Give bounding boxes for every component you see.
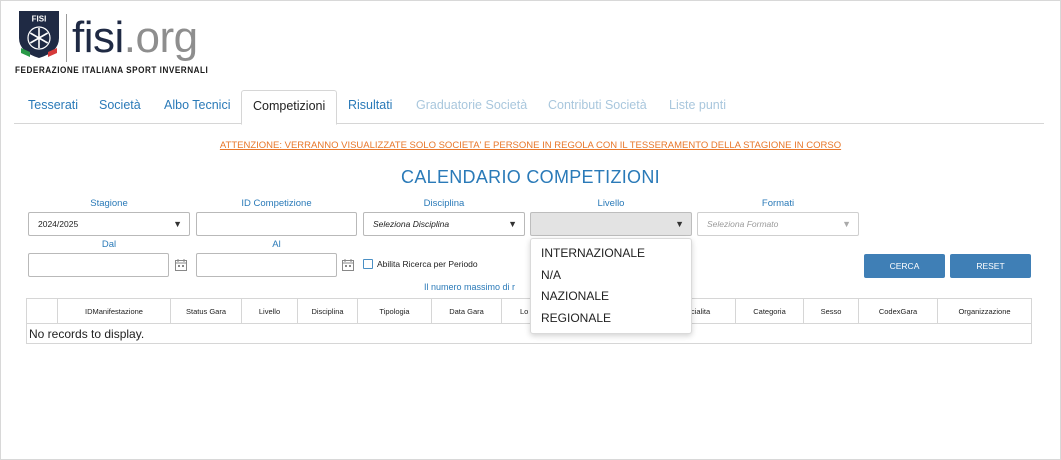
column-header-localita[interactable]: Lo <box>501 299 531 324</box>
tab-contributi-societa: Contributi Società <box>548 98 647 112</box>
logo-tld: org <box>135 13 199 62</box>
caret-down-icon: ▼ <box>508 219 517 229</box>
warning-banner[interactable]: ATTENZIONE: VERRANNO VISUALIZZATE SOLO S… <box>0 140 1061 151</box>
tab-albo-tecnici[interactable]: Albo Tecnici <box>164 90 230 124</box>
column-header-tipologia[interactable]: Tipologia <box>357 299 431 324</box>
tab-graduatorie-societa: Graduatorie Società <box>416 98 528 112</box>
dal-date-input[interactable] <box>28 253 169 277</box>
column-header-disciplina[interactable]: Disciplina <box>297 299 357 324</box>
label-dal: Dal <box>101 239 117 250</box>
period-search-checkbox[interactable] <box>363 259 373 269</box>
column-header-categoria[interactable]: Categoria <box>735 299 803 324</box>
grid-header-row: IDManifestazione Status Gara Livello Dis… <box>27 299 1031 324</box>
results-grid: IDManifestazione Status Gara Livello Dis… <box>26 298 1032 344</box>
label-formati: Formati <box>761 198 795 209</box>
column-header-livello[interactable]: Livello <box>241 299 297 324</box>
livello-option-regionale[interactable]: REGIONALE <box>541 311 611 325</box>
tab-liste-punti: Liste punti <box>669 98 726 112</box>
federation-name: FEDERAZIONE ITALIANA SPORT INVERNALI <box>15 65 209 76</box>
no-records-message: No records to display. <box>29 327 145 341</box>
al-date-input[interactable] <box>196 253 337 277</box>
page-title: CALENDARIO COMPETIZIONI <box>401 167 660 187</box>
stagione-value: 2024/2025 <box>38 219 79 229</box>
logo-wordmark: fisi.org <box>72 16 198 60</box>
disciplina-placeholder: Seleziona Disciplina <box>373 219 450 229</box>
caret-down-icon: ▼ <box>842 219 851 229</box>
livello-select[interactable]: ▼ <box>530 212 692 236</box>
label-al: Al <box>272 239 281 250</box>
label-livello: Livello <box>597 198 625 209</box>
label-id-competizione: ID Competizione <box>241 198 312 209</box>
tab-tesserati[interactable]: Tesserati <box>28 90 78 124</box>
formati-select: Seleziona Formato ▼ <box>697 212 859 236</box>
column-header-expand <box>27 299 57 324</box>
max-results-note: Il numero massimo di r <box>424 282 516 292</box>
column-header-specialita[interactable]: cialita <box>691 299 735 324</box>
column-header-organizzazione[interactable]: Organizzazione <box>937 299 1031 324</box>
caret-down-icon: ▼ <box>173 219 182 229</box>
label-disciplina: Disciplina <box>423 198 465 209</box>
caret-down-icon: ▼ <box>675 219 684 229</box>
reset-button[interactable]: RESET <box>950 254 1031 278</box>
formati-placeholder: Seleziona Formato <box>707 219 779 229</box>
column-header-sesso[interactable]: Sesso <box>803 299 858 324</box>
tab-societa[interactable]: Società <box>99 90 141 124</box>
main-tabs: Tesserati Società Albo Tecnici Competizi… <box>14 90 1044 125</box>
stagione-select[interactable]: 2024/2025 ▼ <box>28 212 190 236</box>
livello-dropdown-list: INTERNAZIONALE N/A NAZIONALE REGIONALE <box>530 238 692 334</box>
logo-name: fisi <box>72 13 124 62</box>
calendar-icon[interactable] <box>175 259 187 271</box>
fisi-shield-icon: FISI <box>19 11 59 58</box>
id-competizione-input[interactable] <box>196 212 357 236</box>
logo-separator <box>66 14 67 62</box>
search-button[interactable]: CERCA <box>864 254 945 278</box>
livello-option-nazionale[interactable]: NAZIONALE <box>541 289 609 303</box>
column-header-data-gara[interactable]: Data Gara <box>431 299 501 324</box>
livello-option-internazionale[interactable]: INTERNAZIONALE <box>541 246 645 260</box>
tab-risultati[interactable]: Risultati <box>348 90 392 124</box>
livello-option-na[interactable]: N/A <box>541 268 561 282</box>
calendar-icon[interactable] <box>342 259 354 271</box>
disciplina-select[interactable]: Seleziona Disciplina ▼ <box>363 212 525 236</box>
period-search-label: Abilita Ricerca per Periodo <box>377 259 478 269</box>
column-header-idmanifestazione[interactable]: IDManifestazione <box>57 299 170 324</box>
shield-badge-text: FISI <box>32 15 47 24</box>
logo-dot: . <box>123 13 136 62</box>
column-header-status-gara[interactable]: Status Gara <box>170 299 241 324</box>
label-stagione: Stagione <box>90 198 128 209</box>
tab-competizioni[interactable]: Competizioni <box>241 90 338 125</box>
column-header-codexgara[interactable]: CodexGara <box>858 299 937 324</box>
